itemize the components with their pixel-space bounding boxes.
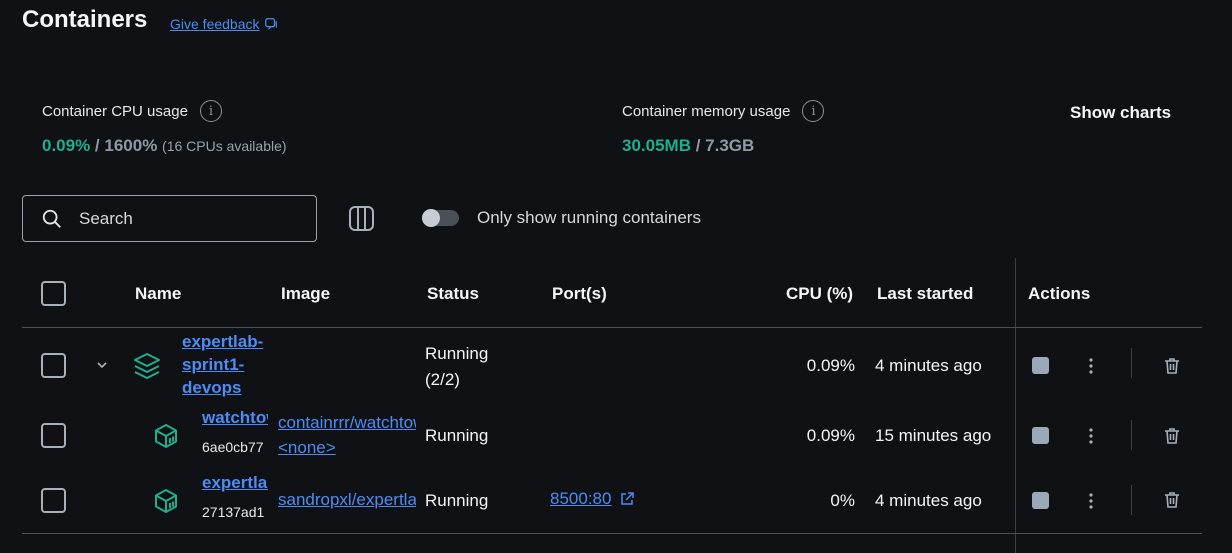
cpu-available-note: (16 CPUs available) bbox=[162, 138, 287, 154]
memory-total: 7.3GB bbox=[705, 136, 755, 155]
cpu-usage-value: 0.09% / 1600% (16 CPUs available) bbox=[42, 136, 287, 156]
group-name-link[interactable]: expertlab-sprint1-devops bbox=[182, 330, 272, 399]
header-divider bbox=[22, 327, 1202, 328]
memory-info-icon[interactable]: i bbox=[802, 100, 825, 122]
row-checkbox[interactable] bbox=[41, 488, 66, 513]
cube-icon bbox=[155, 489, 177, 513]
container-name-link[interactable]: expertlab bbox=[202, 471, 268, 495]
containers-page: Containers Give feedback Container CPU u… bbox=[0, 0, 1232, 553]
cpu-used: 0.09% bbox=[42, 136, 91, 155]
table-bottom-divider bbox=[22, 533, 1202, 534]
cpu-separator: / bbox=[90, 136, 105, 155]
memory-usage-value: 30.05MB / 7.3GB bbox=[622, 136, 754, 156]
search-icon bbox=[42, 209, 61, 228]
header-actions: Actions bbox=[1028, 284, 1091, 303]
cpu-usage-label: Container CPU usage i bbox=[42, 100, 222, 122]
chevron-down-icon[interactable] bbox=[95, 358, 109, 372]
stack-layers-icon bbox=[134, 353, 160, 379]
header-image[interactable]: Image bbox=[281, 284, 330, 304]
cpu-value: 0.09% bbox=[806, 356, 855, 375]
status-count: (2/2) bbox=[425, 370, 460, 389]
last-started-value: 15 minutes ago bbox=[875, 426, 992, 445]
container-id: 6ae0cb77 bbox=[202, 439, 264, 455]
search-input[interactable] bbox=[79, 208, 299, 229]
memory-usage-label-text: Container memory usage bbox=[622, 102, 791, 120]
status-text: Running bbox=[425, 344, 489, 363]
cpu-value: 0.09% bbox=[806, 426, 855, 445]
status-text: Running bbox=[425, 491, 489, 510]
feedback-icon bbox=[264, 18, 277, 30]
row-checkbox[interactable] bbox=[41, 423, 66, 448]
running-only-toggle[interactable] bbox=[422, 209, 459, 227]
status-text: Running bbox=[425, 426, 489, 445]
external-link-icon bbox=[621, 492, 635, 505]
memory-separator: / bbox=[690, 136, 706, 155]
kebab-menu-icon[interactable] bbox=[1085, 492, 1097, 510]
stop-icon[interactable] bbox=[1032, 427, 1049, 444]
stop-icon[interactable] bbox=[1032, 492, 1049, 509]
actions-column-divider bbox=[1015, 258, 1016, 553]
cube-icon bbox=[155, 424, 177, 448]
trash-icon[interactable] bbox=[1162, 356, 1182, 376]
action-separator bbox=[1131, 420, 1132, 450]
cpu-value: 0% bbox=[830, 491, 855, 510]
image-link[interactable]: sandropxl/expertlab bbox=[278, 488, 416, 512]
action-separator bbox=[1131, 485, 1132, 515]
select-all-checkbox[interactable] bbox=[41, 281, 66, 306]
header-name[interactable]: Name bbox=[135, 284, 181, 304]
last-started-value: 4 minutes ago bbox=[875, 356, 982, 375]
header-cpu[interactable]: CPU (%) bbox=[786, 284, 853, 304]
header-last-started[interactable]: Last started bbox=[877, 284, 973, 304]
stop-icon[interactable] bbox=[1032, 357, 1049, 374]
cpu-info-icon[interactable]: i bbox=[199, 100, 222, 122]
give-feedback-label: Give feedback bbox=[170, 16, 260, 32]
page-title: Containers bbox=[22, 6, 148, 33]
kebab-menu-icon[interactable] bbox=[1085, 427, 1097, 445]
port-link[interactable]: 8500:80 bbox=[550, 489, 635, 509]
image-tag-link[interactable]: <none> bbox=[278, 436, 416, 460]
container-name-link[interactable]: watchtower bbox=[202, 406, 268, 430]
trash-icon[interactable] bbox=[1162, 490, 1182, 510]
port-value: 8500:80 bbox=[550, 489, 612, 508]
toggle-knob bbox=[422, 209, 440, 227]
header-ports[interactable]: Port(s) bbox=[552, 284, 607, 304]
image-link[interactable]: containrrr/watchtower bbox=[278, 411, 416, 435]
header-status[interactable]: Status bbox=[427, 284, 479, 304]
cpu-total: 1600% bbox=[104, 136, 158, 155]
columns-icon[interactable] bbox=[348, 205, 375, 232]
container-id: 27137ad1 bbox=[202, 504, 265, 520]
cpu-usage-label-text: Container CPU usage bbox=[42, 102, 188, 120]
search-box[interactable] bbox=[22, 195, 317, 242]
show-charts-button[interactable]: Show charts bbox=[1070, 103, 1171, 123]
trash-icon[interactable] bbox=[1162, 426, 1182, 446]
give-feedback-link[interactable]: Give feedback bbox=[170, 16, 278, 32]
last-started-value: 4 minutes ago bbox=[875, 491, 982, 510]
memory-usage-label: Container memory usage i bbox=[622, 100, 825, 122]
memory-used: 30.05MB bbox=[622, 136, 691, 155]
row-checkbox[interactable] bbox=[41, 353, 66, 378]
action-separator bbox=[1131, 348, 1132, 378]
running-only-label: Only show running containers bbox=[477, 208, 701, 227]
kebab-menu-icon[interactable] bbox=[1085, 357, 1097, 375]
